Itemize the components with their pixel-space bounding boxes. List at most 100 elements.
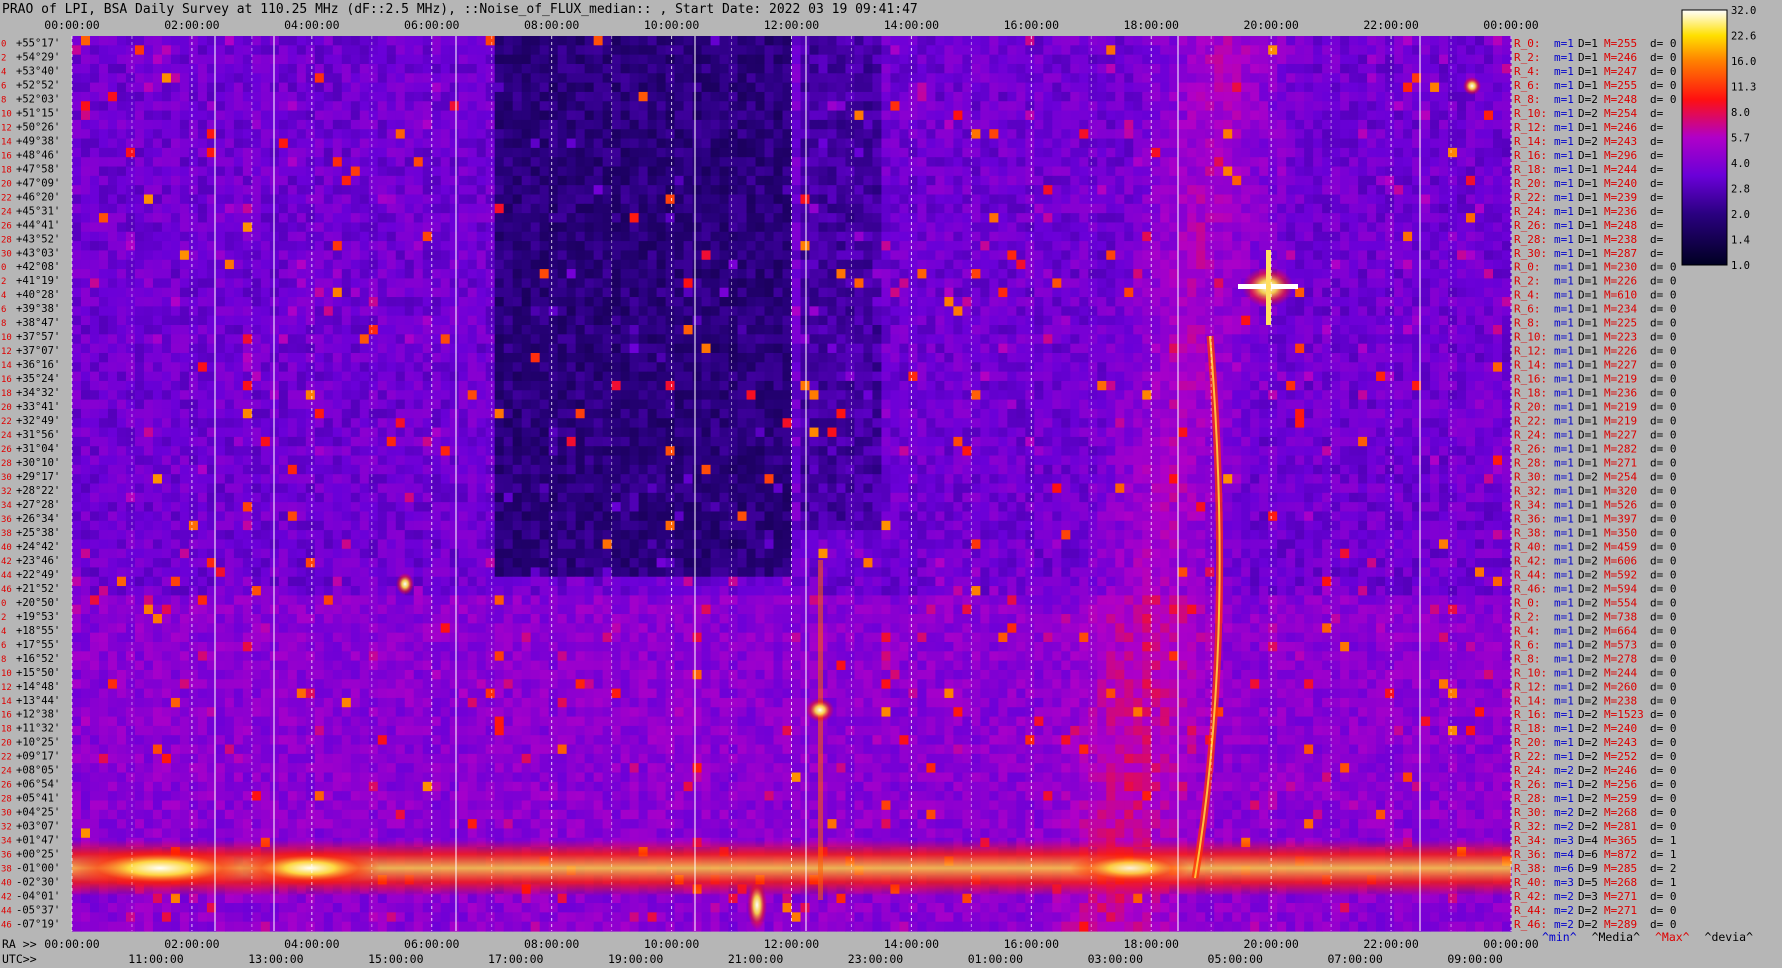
receiver-stat-r: R_44: xyxy=(1514,904,1547,917)
y-dec-tick: +43°03' xyxy=(16,247,60,259)
x-utc-tick: 09:00:00 xyxy=(1447,952,1502,966)
x-ra-tick: 06:00:00 xyxy=(404,937,459,951)
receiver-stat-D: D=1 xyxy=(1578,289,1598,302)
receiver-stat-r: R_30: xyxy=(1514,247,1547,260)
receiver-stat-d: d= 0 xyxy=(1650,498,1677,511)
colorbar-tick: 1.4 xyxy=(1731,235,1750,247)
y-index-label: 30 xyxy=(1,473,12,483)
y-index-label: 0 xyxy=(1,263,6,273)
receiver-stat-d: d= 0 xyxy=(1650,331,1677,344)
y-dec-tick: +28°22' xyxy=(16,485,60,497)
y-dec-tick: +54°29' xyxy=(16,51,60,63)
receiver-stat-m: m=1 xyxy=(1554,429,1574,442)
receiver-stat-r: R_22: xyxy=(1514,415,1547,428)
receiver-stat-m: m=4 xyxy=(1554,848,1574,861)
receiver-stat-M: M=252 xyxy=(1604,750,1637,763)
receiver-stat-M: M=226 xyxy=(1604,275,1637,288)
receiver-stat-D: D=2 xyxy=(1578,750,1598,763)
receiver-stat-m: m=1 xyxy=(1554,568,1574,581)
y-index-label: 22 xyxy=(1,193,12,203)
colorbar-tick: 4.0 xyxy=(1731,158,1750,170)
receiver-stat-D: D=1 xyxy=(1578,498,1598,511)
receiver-stat-m: m=1 xyxy=(1554,792,1574,805)
x-top-tick: 22:00:00 xyxy=(1363,18,1418,32)
receiver-stat-r: R_42: xyxy=(1514,890,1547,903)
receiver-stat-m: m=1 xyxy=(1554,526,1574,539)
receiver-stat-M: M=554 xyxy=(1604,596,1637,609)
y-dec-tick: -05°37' xyxy=(16,905,60,917)
colorbar-tick: 1.0 xyxy=(1731,260,1750,272)
receiver-stat-D: D=1 xyxy=(1578,415,1598,428)
receiver-stat-d: d= 0 xyxy=(1650,275,1677,288)
receiver-stat-D: D=1 xyxy=(1578,387,1598,400)
receiver-stat-M: M=238 xyxy=(1604,233,1637,246)
receiver-stat-r: R_36: xyxy=(1514,848,1547,861)
x-ra-tick: 16:00:00 xyxy=(1004,937,1059,951)
y-dec-tick: +10°25' xyxy=(16,737,60,749)
receiver-stat-M: M=244 xyxy=(1604,163,1637,176)
y-index-label: 12 xyxy=(1,683,12,693)
receiver-stat-M: M=281 xyxy=(1604,820,1637,833)
receiver-stat-M: M=227 xyxy=(1604,429,1637,442)
receiver-stat-m: m=1 xyxy=(1554,498,1574,511)
receiver-stat-d: d= 0 xyxy=(1650,65,1677,78)
receiver-stat-D: D=1 xyxy=(1578,526,1598,539)
receiver-stat-D: D=1 xyxy=(1578,512,1598,525)
receiver-stat-D: D=1 xyxy=(1578,331,1598,344)
y-dec-tick: +38°47' xyxy=(16,317,60,329)
receiver-stat-d: d= xyxy=(1650,233,1664,246)
receiver-stat-m: m=1 xyxy=(1554,331,1574,344)
receiver-stat-M: M=526 xyxy=(1604,498,1637,511)
receiver-stat-m: m=1 xyxy=(1554,443,1574,456)
x-ra-tick: 00:00:00 xyxy=(1483,937,1538,951)
receiver-stat-d: d= xyxy=(1650,247,1664,260)
receiver-stat-D: D=4 xyxy=(1578,834,1598,847)
y-index-label: 4 xyxy=(1,291,6,301)
receiver-stat-M: M=227 xyxy=(1604,359,1637,372)
receiver-stat-D: D=9 xyxy=(1578,862,1598,875)
receiver-stat-m: m=1 xyxy=(1554,93,1574,106)
y-index-label: 34 xyxy=(1,501,12,511)
receiver-stat-M: M=234 xyxy=(1604,303,1637,316)
receiver-stat-d: d= 0 xyxy=(1650,708,1677,721)
receiver-stat-M: M=246 xyxy=(1604,121,1637,134)
receiver-stat-r: R_10: xyxy=(1514,107,1547,120)
receiver-stat-M: M=459 xyxy=(1604,540,1637,553)
y-dec-tick: +36°16' xyxy=(16,359,60,371)
receiver-stat-m: m=1 xyxy=(1554,554,1574,567)
colorbar-tick: 5.7 xyxy=(1731,133,1750,145)
y-index-label: 12 xyxy=(1,347,12,357)
y-dec-tick: +25°38' xyxy=(16,527,60,539)
y-dec-tick: +15°50' xyxy=(16,667,60,679)
y-dec-tick: +37°57' xyxy=(16,331,60,343)
receiver-stat-r: R_0: xyxy=(1514,261,1541,274)
y-index-label: 18 xyxy=(1,389,12,399)
receiver-stat-M: M=219 xyxy=(1604,401,1637,414)
receiver-stat-M: M=243 xyxy=(1604,135,1637,148)
receiver-stat-m: m=1 xyxy=(1554,610,1574,623)
receiver-stat-r: R_20: xyxy=(1514,736,1547,749)
receiver-stat-d: d= 0 xyxy=(1650,303,1677,316)
receiver-stat-d: d= 0 xyxy=(1650,722,1677,735)
receiver-stat-r: R_4: xyxy=(1514,624,1541,637)
x-top-tick: 14:00:00 xyxy=(884,18,939,32)
colorbar-tick: 8.0 xyxy=(1731,107,1750,119)
y-index-label: 4 xyxy=(1,627,6,637)
receiver-stat-m: m=1 xyxy=(1554,191,1574,204)
receiver-stat-r: R_6: xyxy=(1514,303,1541,316)
receiver-stat-r: R_20: xyxy=(1514,177,1547,190)
y-dec-tick: +49°38' xyxy=(16,135,60,147)
y-index-label: 20 xyxy=(1,403,12,413)
receiver-stat-d: d= 0 xyxy=(1650,596,1677,609)
receiver-stat-r: R_28: xyxy=(1514,233,1547,246)
receiver-stat-r: R_30: xyxy=(1514,471,1547,484)
stats-legend: ^min^ ^Media^ ^Max^ ^devia^ xyxy=(1542,930,1761,944)
receiver-stat-r: R_14: xyxy=(1514,694,1547,707)
receiver-stat-d: d= xyxy=(1650,135,1664,148)
y-index-label: 20 xyxy=(1,179,12,189)
y-index-label: 4 xyxy=(1,67,6,77)
receiver-stat-r: R_18: xyxy=(1514,163,1547,176)
x-ra-tick: 22:00:00 xyxy=(1363,937,1418,951)
receiver-stat-M: M=1523 xyxy=(1604,708,1644,721)
receiver-stat-D: D=1 xyxy=(1578,233,1598,246)
